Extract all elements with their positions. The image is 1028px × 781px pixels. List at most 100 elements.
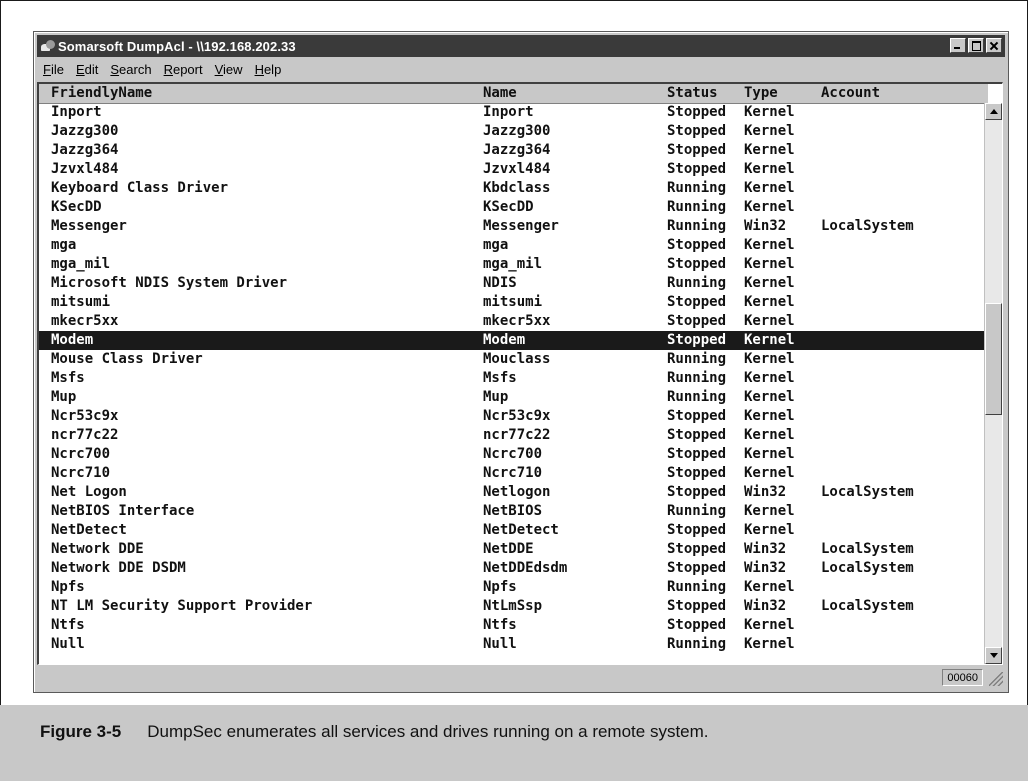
- cell-type: Kernel: [744, 275, 795, 291]
- column-header-type[interactable]: Type: [744, 84, 778, 103]
- cell-friendlyname: Mup: [51, 389, 77, 405]
- maximize-icon[interactable]: [968, 38, 984, 53]
- menu-view-label: iew: [223, 61, 243, 77]
- cell-friendlyname: NetBIOS Interface: [51, 503, 195, 519]
- cell-type: Win32: [744, 218, 787, 234]
- cell-status: Running: [667, 199, 727, 215]
- cell-friendlyname: Inport: [51, 104, 102, 120]
- table-row[interactable]: Network DDE DSDM NetDDEdsdm Stopped Win32 Lo…: [39, 559, 988, 578]
- table-row[interactable]: Null Null Running Kernel: [39, 635, 988, 654]
- cell-name: NetDDE: [483, 541, 534, 557]
- cell-account: LocalSystem: [821, 560, 914, 576]
- table-row[interactable]: Network DDE NetDDE Stopped Win32 LocalSystem: [39, 540, 988, 559]
- table-row[interactable]: Messenger Messenger Running Win32 LocalSyste…: [39, 217, 988, 236]
- table-row[interactable]: Mouse Class Driver Mouclass Running Kernel: [39, 350, 988, 369]
- table-row[interactable]: NetBIOS Interface NetBIOS Running Kernel: [39, 502, 988, 521]
- cell-type: Kernel: [744, 256, 795, 272]
- table-row[interactable]: mitsumi mitsumi Stopped Kernel: [39, 293, 988, 312]
- cell-friendlyname: Jazzg364: [51, 142, 119, 158]
- cell-name: KSecDD: [483, 199, 534, 215]
- table-row[interactable]: Mup Mup Running Kernel: [39, 388, 988, 407]
- cell-status: Running: [667, 275, 727, 291]
- menu-edit[interactable]: Edit: [70, 62, 104, 77]
- cell-account: LocalSystem: [821, 218, 914, 234]
- cell-type: Kernel: [744, 636, 795, 652]
- cell-status: Running: [667, 636, 727, 652]
- minimize-icon[interactable]: [950, 38, 966, 53]
- cell-name: Netlogon: [483, 484, 551, 500]
- table-row[interactable]: Jazzg364 Jazzg364 Stopped Kernel: [39, 141, 988, 160]
- table-row[interactable]: Ncrc710 Ncrc710 Stopped Kernel: [39, 464, 988, 483]
- table-row[interactable]: mga_mil mga_mil Stopped Kernel: [39, 255, 988, 274]
- table-row[interactable]: NetDetect NetDetect Stopped Kernel: [39, 521, 988, 540]
- table-row[interactable]: mkecr5xx mkecr5xx Stopped Kernel: [39, 312, 988, 331]
- resize-grip-icon[interactable]: [989, 672, 1003, 686]
- table-row[interactable]: Keyboard Class Driver Kbdclass Running Kern…: [39, 179, 988, 198]
- scroll-up-icon[interactable]: [985, 103, 1002, 120]
- cell-type: Win32: [744, 484, 787, 500]
- cell-status: Running: [667, 503, 727, 519]
- column-header-friendlyname[interactable]: FriendlyName: [51, 84, 152, 103]
- table-row[interactable]: Ntfs Ntfs Stopped Kernel: [39, 616, 988, 635]
- cell-type: Kernel: [744, 199, 795, 215]
- cell-status: Stopped: [667, 617, 727, 633]
- menu-file[interactable]: File: [37, 62, 70, 77]
- table-row[interactable]: Inport Inport Stopped Kernel: [39, 103, 988, 122]
- menu-search-label: earch: [119, 61, 152, 77]
- menu-file-label: ile: [50, 61, 64, 77]
- cell-friendlyname: mga: [51, 237, 77, 253]
- table-row[interactable]: Npfs Npfs Running Kernel: [39, 578, 988, 597]
- cell-name: Ncrc710: [483, 465, 543, 481]
- cell-name: Jzvxl484: [483, 161, 551, 177]
- menu-report[interactable]: Report: [158, 62, 209, 77]
- cell-status: Stopped: [667, 161, 727, 177]
- cell-type: Kernel: [744, 446, 795, 462]
- cell-status: Running: [667, 389, 727, 405]
- scroll-down-icon[interactable]: [985, 647, 1002, 664]
- cell-status: Running: [667, 579, 727, 595]
- cell-friendlyname: NetDetect: [51, 522, 127, 538]
- table-row[interactable]: mga mga Stopped Kernel: [39, 236, 988, 255]
- cell-friendlyname: Keyboard Class Driver: [51, 180, 229, 196]
- table-row[interactable]: NT LM Security Support Provider NtLmSsp St…: [39, 597, 988, 616]
- cell-name: mitsumi: [483, 294, 543, 310]
- table-row[interactable]: Microsoft NDIS System Driver NDIS Running K…: [39, 274, 988, 293]
- cell-status: Running: [667, 351, 727, 367]
- cell-status: Stopped: [667, 313, 727, 329]
- cell-name: Ntfs: [483, 617, 517, 633]
- table-row[interactable]: Ncrc700 Ncrc700 Stopped Kernel: [39, 445, 988, 464]
- table-row[interactable]: Msfs Msfs Running Kernel: [39, 369, 988, 388]
- title-bar[interactable]: Somarsoft DumpAcl - \\192.168.202.33: [37, 35, 1005, 57]
- menu-view[interactable]: View: [209, 62, 249, 77]
- cell-friendlyname: mkecr5xx: [51, 313, 119, 329]
- table-row[interactable]: ncr77c22 ncr77c22 Stopped Kernel: [39, 426, 988, 445]
- menu-search[interactable]: Search: [104, 62, 157, 77]
- column-header-status[interactable]: Status: [667, 84, 718, 103]
- table-row[interactable]: Jzvxl484 Jzvxl484 Stopped Kernel: [39, 160, 988, 179]
- table-row[interactable]: Ncr53c9x Ncr53c9x Stopped Kernel: [39, 407, 988, 426]
- table-row[interactable]: Net Logon Netlogon Stopped Win32 LocalSystem: [39, 483, 988, 502]
- cell-type: Kernel: [744, 427, 795, 443]
- table-row[interactable]: Modem Modem Stopped Kernel: [39, 331, 988, 350]
- column-header-account[interactable]: Account: [821, 84, 880, 103]
- cell-account: LocalSystem: [821, 484, 914, 500]
- table-row[interactable]: Jazzg300 Jazzg300 Stopped Kernel: [39, 122, 988, 141]
- cell-name: NDIS: [483, 275, 517, 291]
- cell-friendlyname: KSecDD: [51, 199, 102, 215]
- cell-status: Running: [667, 180, 727, 196]
- cell-status: Stopped: [667, 484, 727, 500]
- scroll-thumb[interactable]: [985, 303, 1002, 415]
- cell-name: Ncrc700: [483, 446, 543, 462]
- menu-help[interactable]: Help: [249, 62, 288, 77]
- cell-status: Stopped: [667, 598, 727, 614]
- services-list[interactable]: FriendlyName Name Status Type Account In…: [37, 82, 1003, 665]
- cell-status: Stopped: [667, 522, 727, 538]
- cell-name: mga_mil: [483, 256, 543, 272]
- column-header-name[interactable]: Name: [483, 84, 517, 103]
- table-row[interactable]: KSecDD KSecDD Running Kernel: [39, 198, 988, 217]
- cell-name: NetDetect: [483, 522, 559, 538]
- menu-edit-key: E: [75, 61, 85, 77]
- close-icon[interactable]: [986, 38, 1002, 53]
- vertical-scrollbar[interactable]: [984, 103, 1002, 664]
- cell-type: Kernel: [744, 617, 795, 633]
